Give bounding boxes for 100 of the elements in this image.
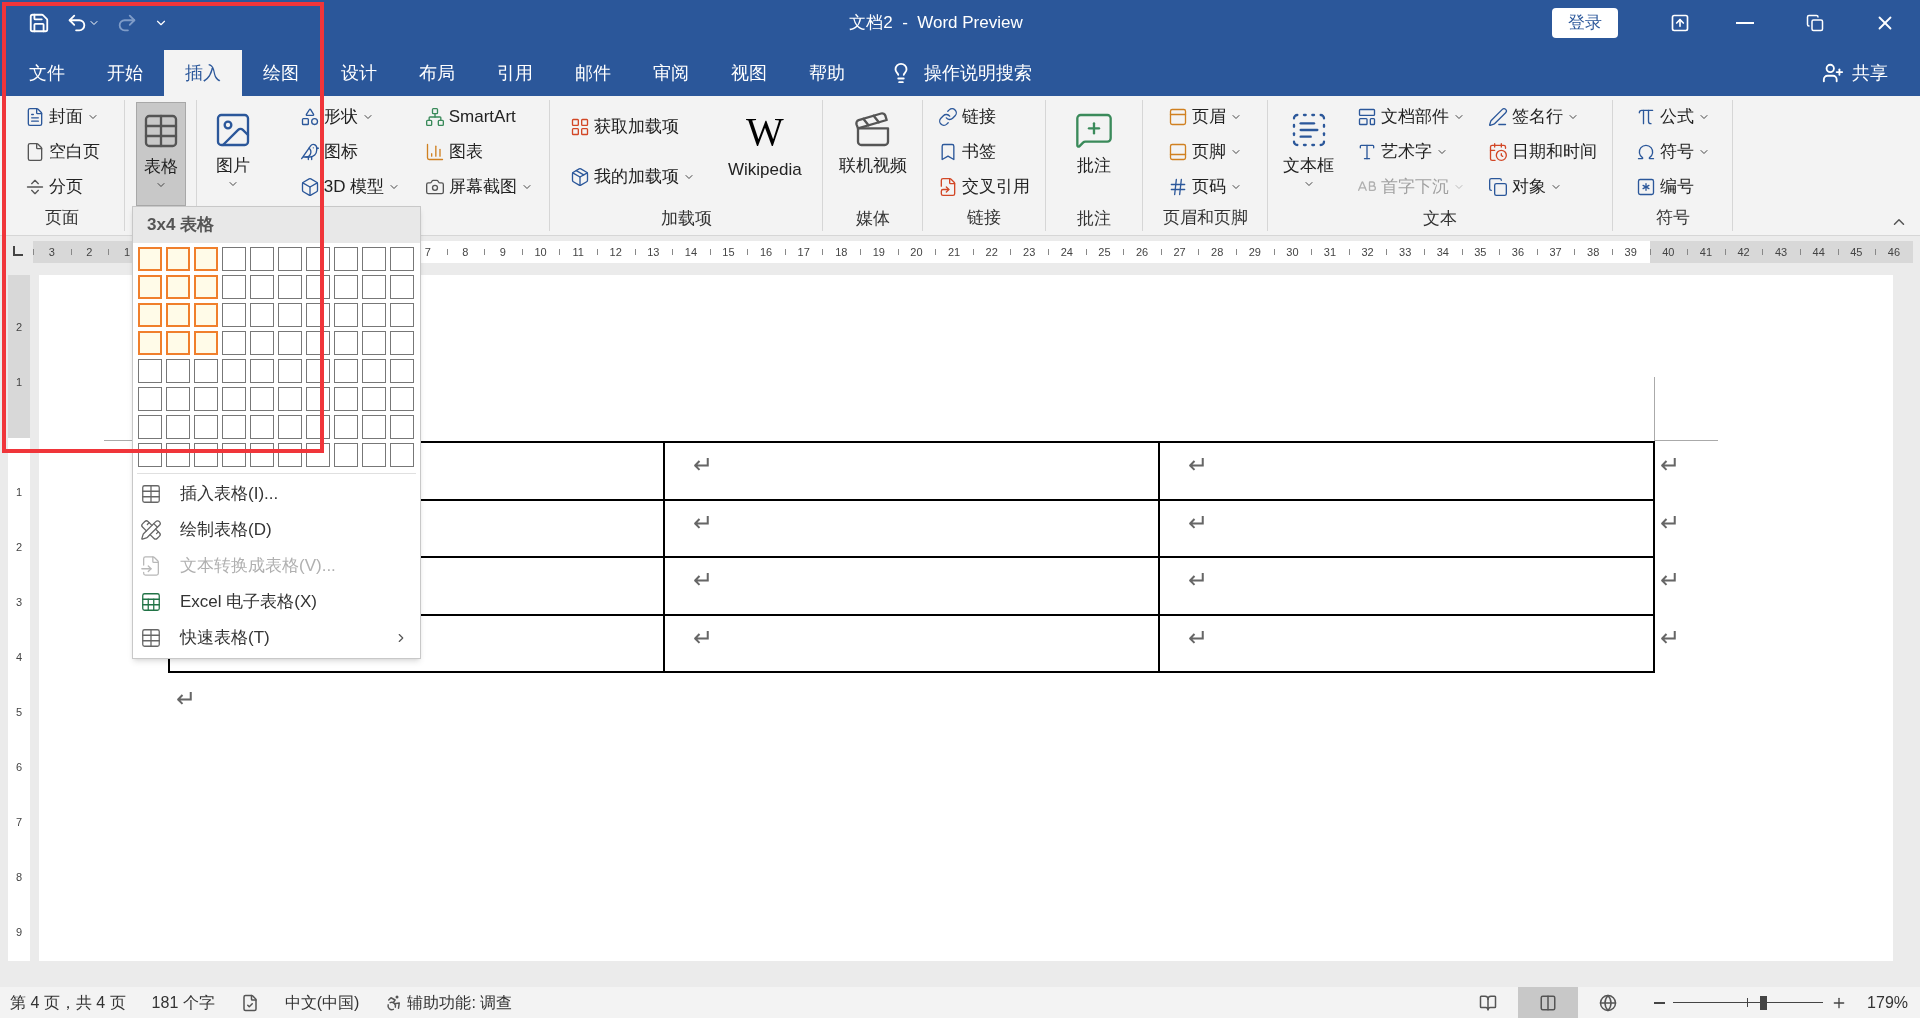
ribbon-button[interactable]: 页码	[1164, 172, 1246, 202]
grid-cell[interactable]	[138, 331, 162, 355]
ribbon-button[interactable]: 屏幕截图	[420, 172, 537, 202]
ribbon-button[interactable]: W Wikipedia	[723, 102, 806, 206]
grid-cell[interactable]	[390, 443, 414, 467]
grid-cell[interactable]	[166, 359, 190, 383]
menu-item[interactable]: 快速表格(T)	[133, 620, 420, 656]
grid-cell[interactable]	[222, 387, 246, 411]
grid-cell[interactable]	[138, 415, 162, 439]
grid-cell[interactable]	[222, 415, 246, 439]
grid-cell[interactable]	[306, 331, 330, 355]
ribbon-button[interactable]: 联机视频	[834, 102, 911, 206]
ribbon-button[interactable]: SmartArt	[420, 102, 537, 132]
ribbon-button[interactable]: 页脚	[1164, 137, 1246, 167]
ribbon-button[interactable]: 艺术字	[1353, 137, 1469, 167]
zoom-slider-thumb[interactable]	[1760, 995, 1768, 1010]
grid-cell[interactable]	[250, 443, 274, 467]
grid-cell[interactable]	[306, 359, 330, 383]
ribbon-button[interactable]: 符号	[1631, 137, 1714, 167]
grid-cell[interactable]	[362, 247, 386, 271]
grid-cell[interactable]	[194, 387, 218, 411]
ribbon-button[interactable]: 页眉	[1164, 102, 1246, 132]
grid-cell[interactable]	[194, 331, 218, 355]
ribbon-tab[interactable]: 视图	[710, 50, 788, 96]
grid-cell[interactable]	[166, 415, 190, 439]
grid-cell[interactable]	[278, 387, 302, 411]
grid-cell[interactable]	[222, 359, 246, 383]
ribbon-tab[interactable]: 绘图	[242, 50, 320, 96]
grid-cell[interactable]	[166, 303, 190, 327]
view-button[interactable]	[1518, 987, 1579, 1018]
grid-cell[interactable]	[250, 303, 274, 327]
ribbon-button[interactable]: 编号	[1631, 172, 1714, 202]
grid-cell[interactable]	[334, 443, 358, 467]
grid-cell[interactable]	[278, 247, 302, 271]
grid-cell[interactable]	[194, 415, 218, 439]
grid-cell[interactable]	[166, 275, 190, 299]
ribbon-button[interactable]: 公式	[1631, 102, 1714, 132]
login-button[interactable]: 登录	[1552, 8, 1618, 38]
grid-cell[interactable]	[166, 247, 190, 271]
grid-cell[interactable]	[362, 331, 386, 355]
grid-cell[interactable]	[334, 247, 358, 271]
zoom-slider[interactable]	[1673, 994, 1824, 1011]
grid-cell[interactable]	[222, 303, 246, 327]
accessibility-status[interactable]: 辅助功能: 调查	[385, 990, 513, 1015]
grid-cell[interactable]	[250, 387, 274, 411]
menu-item[interactable]: 绘制表格(D)	[133, 512, 420, 548]
ribbon-button[interactable]: 获取加载项	[566, 112, 700, 142]
grid-cell[interactable]	[390, 359, 414, 383]
undo-button[interactable]	[66, 12, 100, 34]
grid-cell[interactable]	[138, 247, 162, 271]
grid-cell[interactable]	[334, 387, 358, 411]
ribbon-button[interactable]: 形状	[295, 102, 405, 132]
grid-cell[interactable]	[166, 443, 190, 467]
ribbon-button[interactable]: 图片	[209, 102, 258, 206]
grid-cell[interactable]	[306, 275, 330, 299]
ribbon-button[interactable]: 文本框	[1279, 102, 1339, 206]
ribbon-button[interactable]: 链接	[934, 102, 1034, 132]
grid-cell[interactable]	[334, 415, 358, 439]
grid-cell[interactable]	[194, 247, 218, 271]
grid-cell[interactable]	[250, 275, 274, 299]
ribbon-tab[interactable]: 引用	[476, 50, 554, 96]
ribbon-tab[interactable]: 文件	[8, 50, 86, 96]
grid-cell[interactable]	[250, 415, 274, 439]
grid-cell[interactable]	[306, 415, 330, 439]
grid-cell[interactable]	[138, 359, 162, 383]
ribbon-tab[interactable]: 审阅	[632, 50, 710, 96]
grid-cell[interactable]	[362, 443, 386, 467]
grid-cell[interactable]	[390, 275, 414, 299]
menu-item[interactable]: Excel 电子表格(X)	[133, 584, 420, 620]
ribbon-tab[interactable]: 布局	[398, 50, 476, 96]
grid-cell[interactable]	[334, 275, 358, 299]
grid-cell[interactable]	[278, 415, 302, 439]
grid-cell[interactable]	[278, 359, 302, 383]
grid-cell[interactable]	[390, 415, 414, 439]
grid-cell[interactable]	[194, 275, 218, 299]
grid-cell[interactable]	[334, 359, 358, 383]
grid-cell[interactable]	[138, 275, 162, 299]
grid-cell[interactable]	[390, 303, 414, 327]
grid-cell[interactable]	[138, 443, 162, 467]
ribbon-button[interactable]: 表格	[135, 102, 186, 206]
grid-cell[interactable]	[390, 331, 414, 355]
ribbon-button[interactable]: 对象	[1483, 172, 1601, 202]
grid-cell[interactable]	[250, 247, 274, 271]
ribbon-button[interactable]: 书签	[934, 137, 1034, 167]
grid-cell[interactable]	[166, 387, 190, 411]
ribbon-button[interactable]: 交叉引用	[934, 172, 1034, 202]
ribbon-tab[interactable]: 帮助	[788, 50, 866, 96]
ribbon-button[interactable]: 分页	[20, 172, 104, 202]
grid-cell[interactable]	[362, 415, 386, 439]
ribbon-tab[interactable]: 开始	[86, 50, 164, 96]
grid-cell[interactable]	[222, 247, 246, 271]
grid-cell[interactable]	[306, 303, 330, 327]
tell-me-search[interactable]: 操作说明搜索	[890, 50, 1032, 96]
ribbon-tab[interactable]: 邮件	[554, 50, 632, 96]
grid-cell[interactable]	[278, 443, 302, 467]
grid-cell[interactable]	[390, 247, 414, 271]
ribbon-button[interactable]: 我的加载项	[566, 162, 700, 192]
ribbon-button[interactable]: 文档部件	[1353, 102, 1469, 132]
grid-cell[interactable]	[334, 303, 358, 327]
grid-cell[interactable]	[194, 303, 218, 327]
